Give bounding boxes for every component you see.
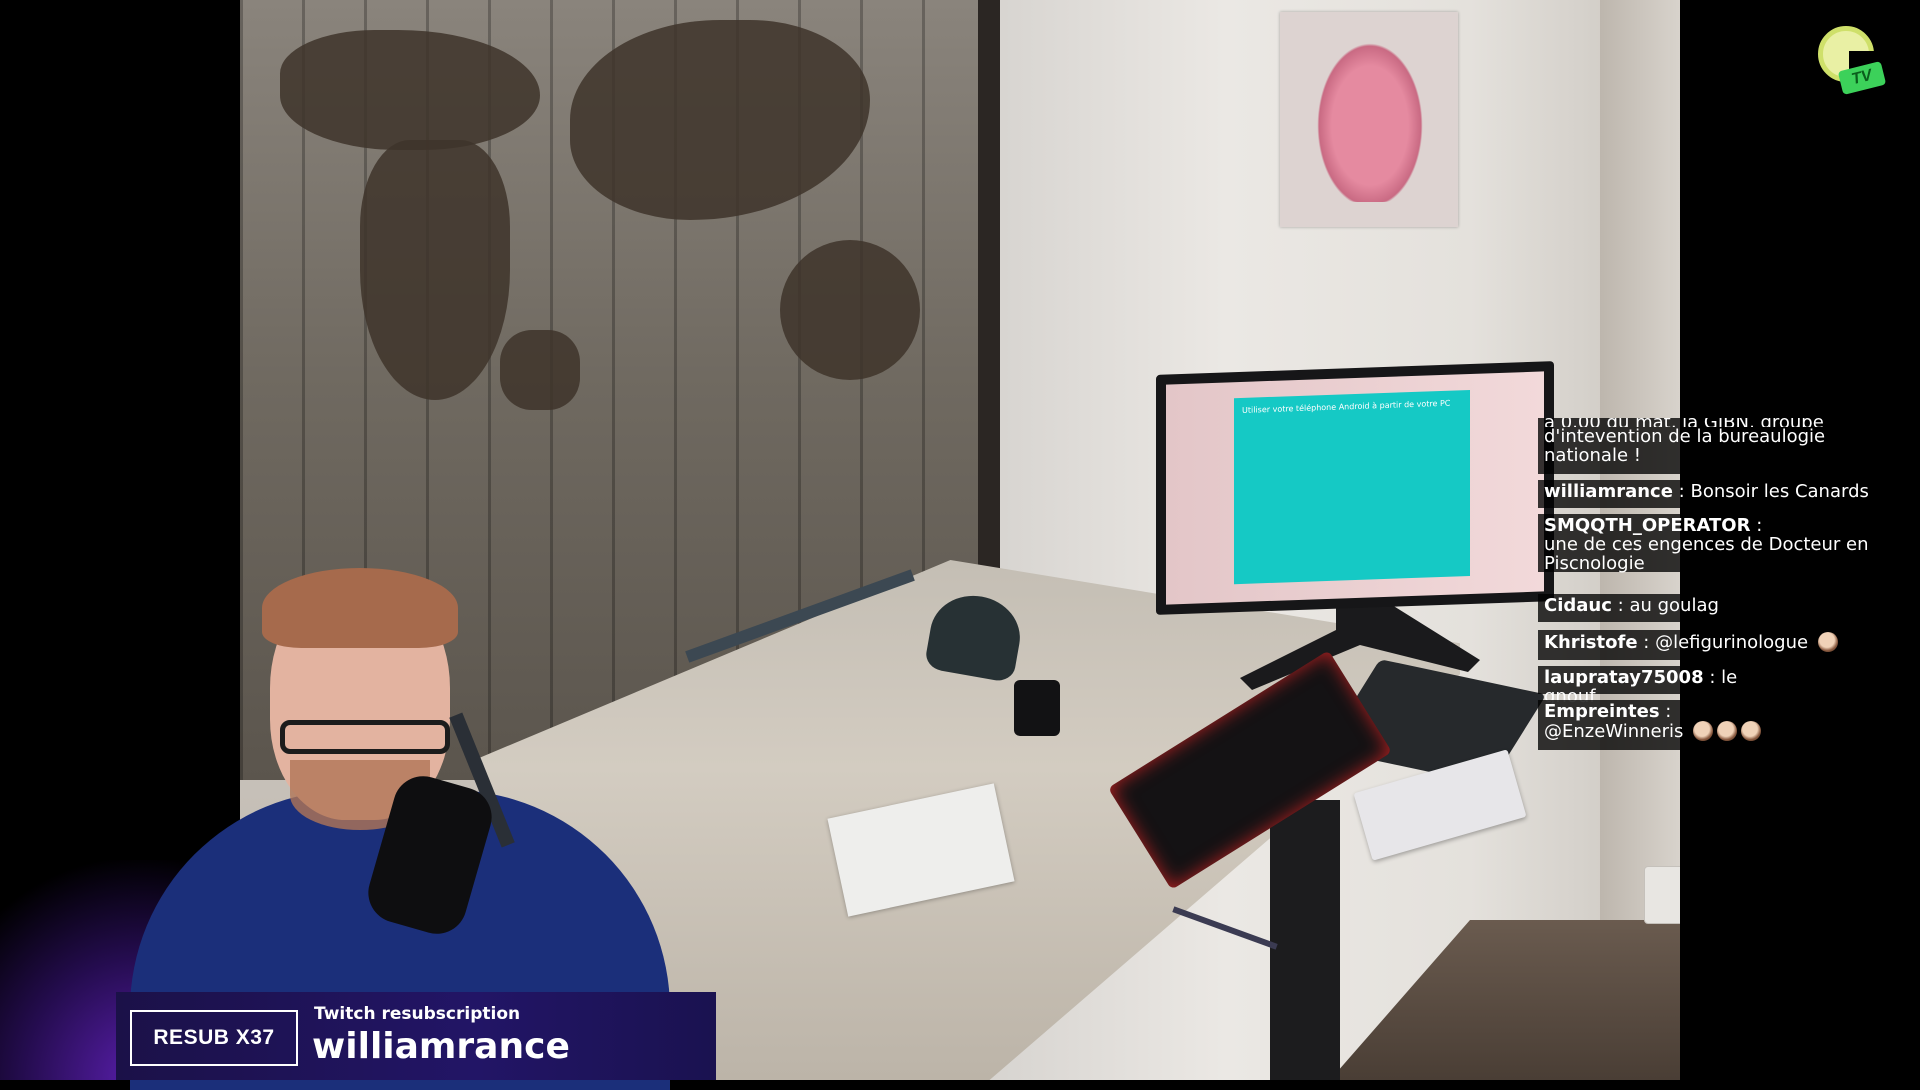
chat-separator: : — [1678, 481, 1685, 502]
chat-message: Cidauc : au goulag — [1538, 594, 1738, 622]
resub-alert: RESUB X37 Twitch resubscription williamr… — [116, 992, 716, 1080]
poster-creature — [1310, 32, 1430, 202]
streamer-glasses — [280, 720, 450, 754]
emote-icon — [1717, 721, 1738, 741]
monitor-screen: Utiliser votre téléphone Android à parti… — [1166, 371, 1544, 605]
chat-separator: : — [1617, 595, 1624, 616]
pc-tower — [1270, 800, 1340, 1080]
chat-message-text: Bonsoir les Canards — [1690, 481, 1869, 502]
emote-icon — [1817, 632, 1838, 652]
screen-heading: Utiliser votre téléphone Android à parti… — [1242, 398, 1451, 415]
chat-username[interactable]: Cidauc — [1544, 595, 1612, 616]
channel-logo-icon: TV — [1818, 26, 1887, 98]
chat-username[interactable]: Empreintes — [1544, 701, 1660, 722]
chat-message: laupratay75008 : le gnouf — [1538, 666, 1788, 706]
phone-link-window: Utiliser votre téléphone Android à parti… — [1234, 389, 1470, 585]
emote-icon — [1693, 721, 1714, 741]
alert-title: Twitch resubscription — [314, 1004, 521, 1024]
chat-message-text: @EnzeWinneris — [1544, 721, 1684, 742]
chat-message: à 0.00 du mat, la GIBN, groupe d'inteven… — [1538, 418, 1896, 474]
chat-separator: : — [1709, 667, 1716, 688]
chat-separator: : — [1643, 632, 1650, 653]
emote-icon — [1741, 721, 1762, 741]
chat-overlay: à 0.00 du mat, la GIBN, groupe d'inteven… — [1538, 418, 1902, 764]
chat-username[interactable]: williamrance — [1544, 481, 1673, 502]
chat-username[interactable]: Khristofe — [1544, 632, 1638, 653]
panel-frame — [978, 0, 1000, 620]
chat-username[interactable]: SMQQTH_OPERATOR — [1544, 515, 1750, 536]
curved-monitor: Utiliser votre téléphone Android à parti… — [1156, 361, 1554, 615]
chat-message-text: une de ces engences de Docteur en Piscno… — [1544, 534, 1869, 574]
pink-creature-poster — [1280, 12, 1458, 227]
alert-username: williamrance — [312, 1026, 570, 1067]
chat-message-text: d'intevention de la bureaulogie national… — [1544, 426, 1826, 466]
jbl-speaker — [1014, 680, 1060, 736]
chat-message: Khristofe : @lefigurinologue — [1538, 630, 1850, 660]
resub-badge: RESUB X37 — [130, 1010, 298, 1066]
chat-message: Empreintes : @EnzeWinneris — [1538, 700, 1768, 750]
chat-message-text: au goulag — [1629, 595, 1719, 616]
chat-message: williamrance : Bonsoir les Canards — [1538, 480, 1902, 508]
chat-separator: : — [1665, 701, 1672, 722]
power-outlet — [1644, 866, 1680, 924]
streamer-hair — [262, 568, 458, 648]
chat-separator: : — [1756, 515, 1763, 536]
chat-message: SMQQTH_OPERATOR : une de ces engences de… — [1538, 514, 1902, 574]
chat-username[interactable]: laupratay75008 — [1544, 667, 1704, 688]
chat-message-text: @lefigurinologue — [1655, 632, 1809, 653]
